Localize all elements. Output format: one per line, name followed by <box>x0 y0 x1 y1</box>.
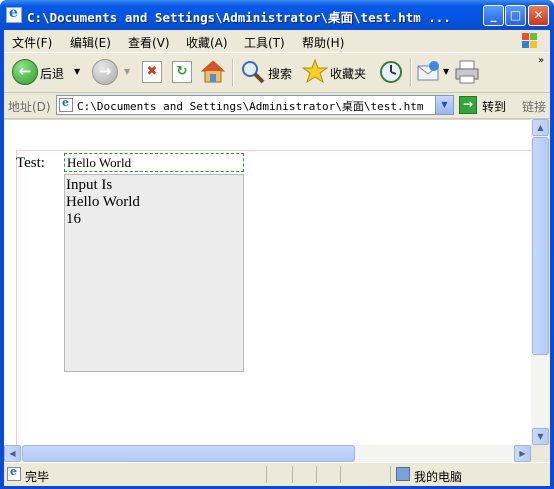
windows-flag-icon <box>522 33 537 48</box>
address-bar: 地址(D) C:\Documents and Settings\Administ… <box>4 93 550 119</box>
status-divider <box>390 466 391 483</box>
maximize-icon: □ <box>509 8 522 22</box>
test-label: Test: <box>16 155 45 171</box>
back-dropdown-icon[interactable]: ▼ <box>74 67 80 76</box>
scroll-left-button[interactable]: ◀ <box>4 445 21 462</box>
close-button[interactable]: ✕ <box>528 5 549 26</box>
favorites-star-icon[interactable] <box>302 59 328 85</box>
forward-button[interactable]: → <box>92 59 118 85</box>
maximize-button[interactable]: □ <box>505 5 526 26</box>
home-icon[interactable] <box>200 59 226 85</box>
output-line: Hello World <box>66 194 140 210</box>
go-arrow-icon[interactable]: → <box>459 96 477 114</box>
chevron-left-icon: ◀ <box>9 449 16 458</box>
links-button[interactable]: 链接 <box>522 98 546 115</box>
horizontal-scroll-thumb[interactable] <box>22 445 355 462</box>
security-zone-text: 我的电脑 <box>414 470 463 484</box>
status-divider <box>340 466 341 483</box>
stop-icon: ✖ <box>146 64 158 79</box>
refresh-button[interactable]: ↻ <box>172 61 192 83</box>
menu-tools[interactable]: 工具(T) <box>244 34 285 51</box>
status-bar: 完毕 我的电脑 <box>4 462 550 486</box>
status-text: 完毕 <box>25 470 50 484</box>
scroll-down-button[interactable]: ▼ <box>532 428 549 445</box>
ie-page-icon <box>7 465 21 481</box>
ie-page-icon <box>59 96 73 112</box>
address-dropdown-button[interactable]: ▼ <box>435 96 453 114</box>
address-label: 地址(D) <box>8 100 51 114</box>
menu-edit[interactable]: 编辑(E) <box>70 34 111 51</box>
status-divider <box>292 466 293 483</box>
test-input[interactable]: Hello World <box>64 153 244 172</box>
refresh-icon: ↻ <box>176 64 188 79</box>
favorites-label[interactable]: 收藏夹 <box>330 65 366 82</box>
search-icon[interactable] <box>240 59 266 85</box>
status-divider <box>266 466 267 483</box>
browser-window: C:\Documents and Settings\Administrator\… <box>0 0 554 489</box>
toolbar-separator <box>232 59 234 87</box>
vertical-scrollbar[interactable]: ▲ ▼ <box>531 119 550 445</box>
status-divider <box>316 466 317 483</box>
vertical-scroll-thumb[interactable] <box>532 137 549 355</box>
toolbar: ← 后退 ▼ → ▼ ✖ ↻ 搜索 收藏夹 ▼ » <box>4 53 550 93</box>
address-url[interactable]: C:\Documents and Settings\Administrator\… <box>77 98 424 114</box>
title-bar[interactable]: C:\Documents and Settings\Administrator\… <box>0 0 554 30</box>
output-line: 16 <box>66 211 81 227</box>
forward-arrow-icon: → <box>98 62 112 80</box>
forward-dropdown-icon[interactable]: ▼ <box>124 67 130 76</box>
my-computer-icon <box>396 467 410 481</box>
chevron-down-icon: ▼ <box>441 100 448 109</box>
menu-bar: 文件(F) 编辑(E) 查看(V) 收藏(A) 工具(T) 帮助(H) <box>4 30 550 53</box>
stop-button[interactable]: ✖ <box>142 61 162 83</box>
go-button[interactable]: 转到 <box>482 98 506 115</box>
output-line: Input Is <box>66 177 113 193</box>
minimize-button[interactable]: _ <box>483 5 504 26</box>
toolbar-separator <box>410 59 412 87</box>
print-icon[interactable] <box>454 59 480 85</box>
history-icon[interactable] <box>378 59 404 85</box>
menu-help[interactable]: 帮助(H) <box>302 34 344 51</box>
search-label[interactable]: 搜索 <box>268 65 292 82</box>
page-border-left <box>16 150 17 446</box>
horizontal-scrollbar[interactable]: ◀ ▶ <box>4 445 531 462</box>
close-icon: ✕ <box>533 8 544 22</box>
page-content: Test: Hello World Input Is Hello World 1… <box>4 119 531 446</box>
menu-favorites[interactable]: 收藏(A) <box>186 34 228 51</box>
back-label: 后退 <box>40 67 65 81</box>
menu-file[interactable]: 文件(F) <box>12 34 52 51</box>
minimize-icon: _ <box>490 8 497 22</box>
scrollbar-corner <box>531 445 550 462</box>
chevron-down-icon: ▼ <box>537 432 544 441</box>
mail-dropdown-icon[interactable]: ▼ <box>443 67 449 76</box>
scroll-up-button[interactable]: ▲ <box>532 119 549 136</box>
window-title: C:\Documents and Settings\Administrator\… <box>27 10 451 25</box>
mail-icon[interactable] <box>416 59 442 85</box>
back-arrow-icon: ← <box>18 62 32 80</box>
back-button[interactable]: ← <box>12 59 38 85</box>
page-border-top <box>16 150 531 151</box>
menu-view[interactable]: 查看(V) <box>128 34 170 51</box>
chevron-right-icon: ▶ <box>519 449 526 458</box>
output-textarea[interactable]: Input Is Hello World 16 <box>64 174 244 372</box>
address-input[interactable]: C:\Documents and Settings\Administrator\… <box>56 95 454 115</box>
scroll-right-button[interactable]: ▶ <box>514 445 531 462</box>
ie-page-icon <box>6 5 22 23</box>
toolbar-overflow-chevron[interactable]: » <box>538 55 544 66</box>
chevron-up-icon: ▲ <box>537 123 544 132</box>
